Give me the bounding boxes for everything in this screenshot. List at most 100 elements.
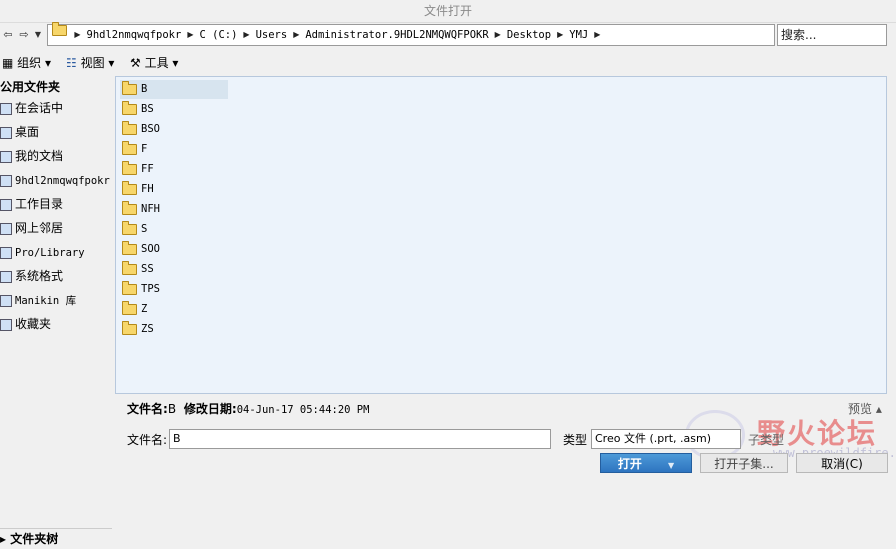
- breadcrumb-separator-icon[interactable]: ▶: [594, 25, 600, 45]
- file-name: S: [141, 223, 148, 235]
- breadcrumb-item[interactable]: YMJ: [563, 25, 594, 45]
- view-icon: ☷: [66, 56, 77, 70]
- folder-icon: [122, 321, 137, 335]
- file-row[interactable]: SOO: [120, 240, 228, 259]
- sidebar-item-label: 在会话中: [15, 101, 64, 115]
- sidebar: 公用文件夹 在会话中桌面我的文档 9hdl2nmqwqfpokr 工作目录网上邻居 P…: [0, 76, 112, 546]
- folder-tree-toggle[interactable]: ▸ 文件夹树: [0, 528, 112, 549]
- open-button[interactable]: 打开 ▼: [600, 453, 692, 473]
- breadcrumb-item[interactable]: Administrator.9HDL2NMQWQFPOKR: [299, 25, 494, 45]
- forward-arrow-icon[interactable]: ⇨: [18, 26, 30, 44]
- back-arrow-icon[interactable]: ⇦: [2, 26, 14, 44]
- window-title: 文件打开: [0, 0, 896, 23]
- info-date-value: 04-Jun-17 05:44:20 PM: [236, 404, 370, 416]
- sidebar-item[interactable]: 在会话中: [0, 98, 63, 118]
- file-row[interactable]: F: [120, 140, 228, 159]
- file-row[interactable]: FH: [120, 180, 228, 199]
- file-name: FF: [141, 163, 154, 175]
- tools-menu[interactable]: ⚒ 工具 ▾: [130, 54, 178, 72]
- organize-menu[interactable]: ▦ 组织 ▾: [2, 54, 51, 72]
- breadcrumb-item[interactable]: Desktop: [501, 25, 557, 45]
- breadcrumb: ▶ 9hdl2nmqwqfpokr ▶ C (C:) ▶ Users ▶ Administra…: [50, 22, 600, 45]
- subtype-label: 子类型: [748, 433, 785, 447]
- sidebar-item-label: 工作目录: [15, 197, 64, 211]
- cancel-button[interactable]: 取消(C): [796, 453, 888, 473]
- file-row[interactable]: S: [120, 220, 228, 239]
- sidebar-item-label: 网上邻居: [15, 221, 64, 235]
- info-name-label: 文件名:: [127, 402, 168, 416]
- file-name: F: [141, 143, 148, 155]
- file-name: SOO: [141, 243, 160, 255]
- file-name: Z: [141, 303, 148, 315]
- file-row[interactable]: FF: [120, 160, 228, 179]
- session-icon: [0, 102, 12, 115]
- sidebar-item[interactable]: 我的文档: [0, 146, 63, 166]
- sidebar-item[interactable]: 工作目录: [0, 194, 63, 214]
- sidebar-item[interactable]: 收藏夹: [0, 314, 51, 334]
- sidebar-item-label: Manikin 库: [15, 295, 77, 307]
- preview-toggle[interactable]: 预览 ▴: [848, 400, 882, 418]
- type-label: 类型: [563, 433, 588, 447]
- info-date-label: 修改日期:: [183, 402, 237, 416]
- file-row[interactable]: B: [120, 80, 228, 99]
- folder-icon: [122, 181, 137, 195]
- preview-label: 预览: [848, 402, 873, 416]
- organize-label: 组织: [17, 56, 42, 70]
- folder-icon: [122, 121, 137, 135]
- search-input[interactable]: 搜索...: [777, 24, 887, 46]
- sidebar-item[interactable]: 9hdl2nmqwqfpokr: [0, 170, 110, 190]
- file-row[interactable]: SS: [120, 260, 228, 279]
- sidebar-item[interactable]: 系统格式: [0, 266, 63, 286]
- sidebar-item[interactable]: 桌面: [0, 122, 39, 142]
- file-row[interactable]: ZS: [120, 320, 228, 339]
- workdir-icon: [0, 198, 12, 211]
- folder-icon: [122, 221, 137, 235]
- folder-icon: [122, 141, 137, 155]
- folder-icon: [122, 101, 137, 115]
- folder-icon: [122, 161, 137, 175]
- system-format-icon: [0, 270, 12, 283]
- sidebar-item[interactable]: Pro/Library: [0, 242, 85, 262]
- sidebar-item[interactable]: 网上邻居: [0, 218, 63, 238]
- sidebar-item-label: 收藏夹: [15, 317, 52, 331]
- sidebar-header: 公用文件夹: [0, 80, 61, 94]
- address-bar[interactable]: ▶ 9hdl2nmqwqfpokr ▶ C (C:) ▶ Users ▶ Administra…: [47, 22, 814, 46]
- file-list[interactable]: B BS BSO F FF FH NFH S SOO SS TPS Z ZS: [115, 76, 887, 394]
- organize-icon: ▦: [2, 56, 14, 70]
- folder-icon: [122, 281, 137, 295]
- breadcrumb-item[interactable]: 9hdl2nmqwqfpokr: [81, 25, 188, 45]
- file-row[interactable]: NFH: [120, 200, 228, 219]
- file-row[interactable]: TPS: [120, 280, 228, 299]
- folder-icon: [122, 261, 137, 275]
- open-dropdown-icon[interactable]: ▼: [668, 461, 674, 470]
- tools-icon: ⚒: [130, 56, 141, 70]
- open-button-label: 打开: [617, 457, 642, 471]
- file-name: SS: [141, 263, 154, 275]
- file-row[interactable]: BS: [120, 100, 228, 119]
- computer-icon: [0, 174, 12, 187]
- desktop-icon: [0, 126, 12, 139]
- history-dropdown-icon[interactable]: ▼: [33, 26, 43, 44]
- folder-icon: [122, 81, 137, 95]
- address-row: ⇦ ⇨ ▼ ▶ 9hdl2nmqwqfpokr ▶ C (C:) ▶ Users ▶ Admi…: [0, 22, 896, 48]
- type-select[interactable]: Creo 文件 (.prt, .asm): [591, 429, 741, 449]
- file-row[interactable]: BSO: [120, 120, 228, 139]
- breadcrumb-item[interactable]: Users: [250, 25, 294, 45]
- file-info: 文件名:B 修改日期:04-Jun-17 05:44:20 PM: [127, 400, 369, 418]
- info-name-value: B: [167, 402, 177, 416]
- filename-input[interactable]: B: [169, 429, 551, 449]
- type-select-value: Creo 文件 (.prt, .asm): [595, 432, 712, 445]
- sidebar-item-label: 桌面: [15, 125, 40, 139]
- file-row[interactable]: Z: [120, 300, 228, 319]
- open-subset-button[interactable]: 打开子集...: [700, 453, 788, 473]
- documents-icon: [0, 150, 12, 163]
- favorites-icon: [0, 318, 12, 331]
- file-name: BSO: [141, 123, 160, 135]
- view-menu[interactable]: ☷ 视图 ▾: [66, 54, 114, 72]
- breadcrumb-item[interactable]: C (C:): [193, 25, 243, 45]
- filename-label: 文件名:: [127, 433, 168, 447]
- file-name: B: [141, 83, 148, 95]
- sidebar-item[interactable]: Manikin 库: [0, 290, 76, 310]
- sidebar-item-label: 我的文档: [15, 149, 64, 163]
- folder-icon: [122, 241, 137, 255]
